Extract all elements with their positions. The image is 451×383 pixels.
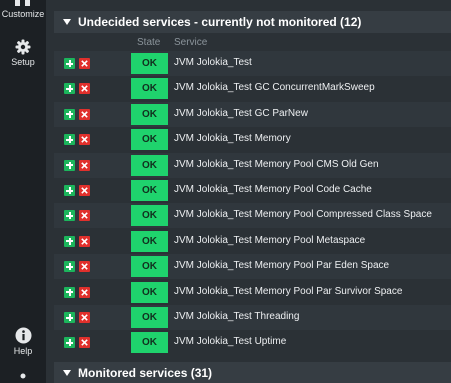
service-row[interactable]: OK JVM Jolokia_Test Memory Pool Code Cach… (54, 178, 451, 203)
grid-icon (0, 0, 46, 9)
service-row[interactable]: OK JVM Jolokia_Test Memory Pool CMS Old G… (54, 152, 451, 178)
remove-service-button[interactable] (79, 261, 90, 273)
sidebar-customize-label: Customize (1, 9, 45, 19)
add-service-button[interactable] (64, 286, 75, 298)
x-icon (81, 339, 88, 347)
add-service-button[interactable] (64, 58, 75, 69)
remove-service-button[interactable] (79, 235, 90, 247)
state-badge: OK (131, 256, 168, 278)
service-name: JVM Jolokia_Test GC ParNew (174, 107, 308, 119)
add-service-button[interactable] (64, 235, 75, 247)
state-badge: OK (131, 154, 168, 176)
triangle-down-icon (63, 370, 71, 376)
state-badge: OK (131, 53, 168, 74)
state-badge: OK (131, 78, 168, 100)
column-header-service: Service (174, 37, 208, 48)
sidebar-help-label: Help (13, 346, 33, 356)
service-name: JVM Jolokia_Test Memory Pool Par Survivo… (174, 285, 403, 297)
service-row[interactable]: OK JVM Jolokia_Test Memory Pool Par Eden … (54, 254, 451, 280)
state-badge: OK (131, 307, 168, 328)
state-badge: OK (131, 230, 168, 252)
x-icon (81, 60, 88, 67)
x-icon (81, 161, 88, 169)
state-badge: OK (131, 205, 168, 227)
service-name: JVM Jolokia_Test Memory Pool CMS Old Gen (174, 158, 379, 170)
add-service-button[interactable] (64, 185, 75, 196)
sidebar-item-user[interactable] (0, 373, 46, 383)
state-badge: OK (131, 103, 168, 125)
sidebar-setup-label: Setup (11, 57, 35, 67)
x-icon (81, 263, 88, 270)
x-icon (81, 111, 88, 118)
x-icon (81, 288, 88, 296)
x-icon (81, 212, 88, 220)
service-name: JVM Jolokia_Test Memory Pool Metaspace (174, 234, 366, 246)
remove-service-button[interactable] (79, 108, 90, 120)
sidebar: Customize Setup Help (0, 0, 46, 383)
add-service-button[interactable] (64, 159, 75, 171)
add-service-button[interactable] (64, 83, 75, 95)
monitored-services-title: Monitored services (31) (78, 366, 213, 380)
service-name: JVM Jolokia_Test Memory Pool Par Eden Sp… (174, 260, 390, 272)
gear-icon (15, 39, 31, 55)
undecided-services-title: Undecided services - currently not monit… (78, 15, 362, 29)
state-badge: OK (131, 281, 168, 303)
column-header-state: State (137, 37, 161, 48)
service-row[interactable]: OK JVM Jolokia_Test Uptime (54, 330, 451, 356)
add-service-button[interactable] (64, 134, 75, 146)
add-service-button[interactable] (64, 108, 75, 120)
x-icon (81, 187, 88, 194)
remove-service-button[interactable] (79, 134, 90, 146)
service-row[interactable]: OK JVM Jolokia_Test Memory Pool Par Survi… (54, 279, 451, 305)
x-icon (81, 85, 88, 93)
service-row[interactable]: OK JVM Jolokia_Test Memory (54, 127, 451, 153)
sidebar-item-help[interactable]: Help (0, 327, 46, 356)
service-name: JVM Jolokia_Test Threading (174, 311, 300, 322)
service-name: JVM Jolokia_Test GC ConcurrentMarkSweep (174, 82, 375, 94)
row-background (54, 51, 451, 76)
service-row[interactable]: OK JVM Jolokia_Test Memory Pool Compresse… (54, 203, 451, 229)
service-row[interactable]: OK JVM Jolokia_Test Threading (54, 305, 451, 330)
user-icon (20, 373, 26, 379)
sidebar-item-setup[interactable]: Setup (0, 39, 46, 67)
info-icon (15, 327, 31, 344)
remove-service-button[interactable] (79, 83, 90, 95)
main-panel: Undecided services - currently not monit… (54, 0, 451, 383)
remove-service-button[interactable] (79, 210, 90, 222)
service-name: JVM Jolokia_Test Memory Pool Compressed … (174, 209, 432, 221)
service-name: JVM Jolokia_Test Memory Pool Code Cache (174, 184, 372, 195)
x-icon (81, 238, 88, 245)
state-badge: OK (131, 332, 168, 354)
service-name: JVM Jolokia_Test Memory (174, 133, 291, 145)
state-badge: OK (131, 180, 168, 201)
triangle-down-icon (63, 19, 71, 25)
add-service-button[interactable] (64, 312, 75, 323)
add-service-button[interactable] (64, 337, 75, 349)
monitored-services-header[interactable]: Monitored services (31) (54, 362, 451, 383)
service-row[interactable]: OK JVM Jolokia_Test (54, 51, 451, 76)
remove-service-button[interactable] (79, 337, 90, 349)
x-icon (81, 314, 88, 321)
remove-service-button[interactable] (79, 159, 90, 171)
service-row[interactable]: OK JVM Jolokia_Test Memory Pool Metaspace (54, 228, 451, 254)
remove-service-button[interactable] (79, 286, 90, 298)
sidebar-item-customize[interactable]: Customize (0, 0, 46, 19)
remove-service-button[interactable] (79, 312, 90, 323)
service-row[interactable]: OK JVM Jolokia_Test GC ConcurrentMarkSwee… (54, 76, 451, 102)
service-name: JVM Jolokia_Test (174, 57, 252, 68)
x-icon (81, 136, 88, 143)
service-name: JVM Jolokia_Test Uptime (174, 336, 287, 348)
add-service-button[interactable] (64, 261, 75, 273)
add-service-button[interactable] (64, 210, 75, 222)
service-row[interactable]: OK JVM Jolokia_Test GC ParNew (54, 101, 451, 127)
remove-service-button[interactable] (79, 185, 90, 196)
state-badge: OK (131, 129, 168, 151)
undecided-services-header[interactable]: Undecided services - currently not monit… (54, 11, 451, 33)
remove-service-button[interactable] (79, 58, 90, 69)
